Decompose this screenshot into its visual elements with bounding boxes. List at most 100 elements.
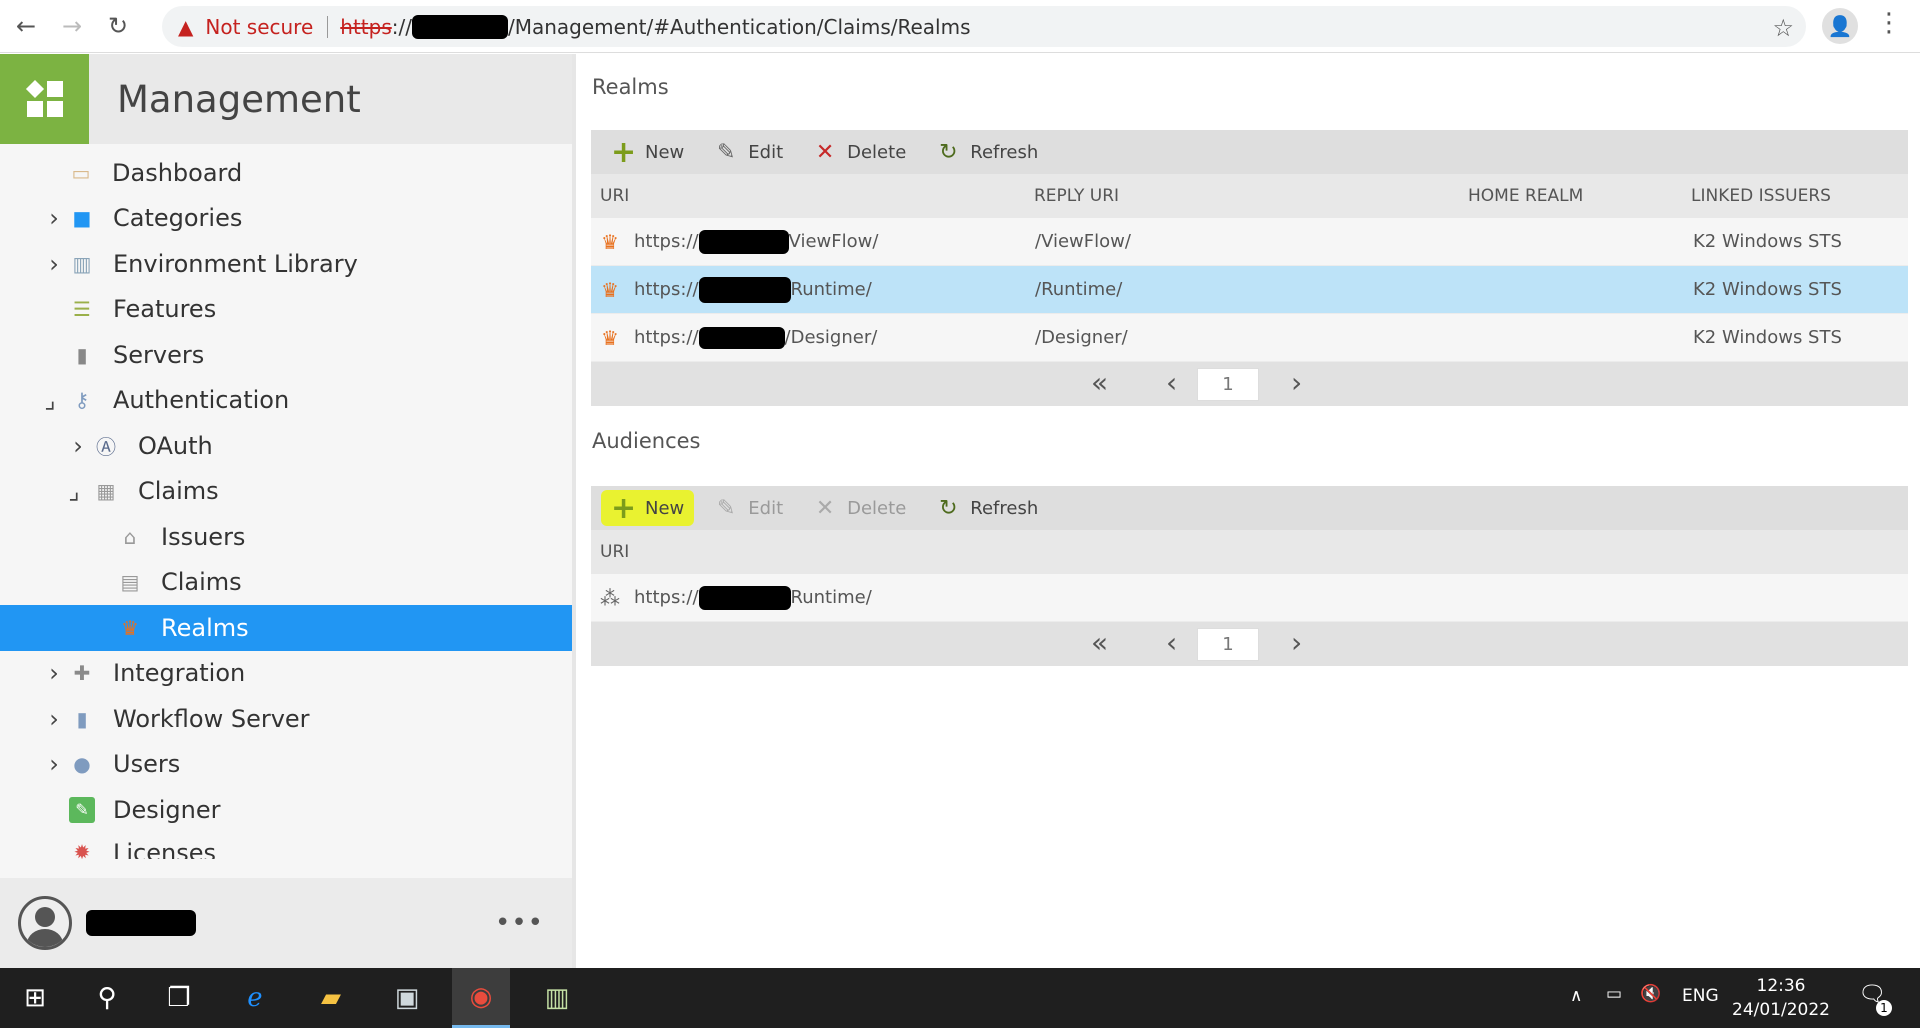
nav-item-claims[interactable]: ▤ Claims xyxy=(0,560,572,606)
forward-button[interactable]: → xyxy=(52,6,92,46)
realms-pager: « ‹ 1 › xyxy=(591,362,1908,406)
nav-item-environment-library[interactable]: › ▥ Environment Library xyxy=(0,241,572,287)
next-page-icon[interactable]: › xyxy=(1291,368,1302,398)
server-icon: ▮ xyxy=(76,342,88,367)
volume-muted-icon[interactable]: 🔇 xyxy=(1640,984,1661,1004)
prev-page-icon[interactable]: ‹ xyxy=(1166,628,1177,658)
cell-reply-uri: /Runtime/ xyxy=(1035,279,1123,300)
management-console-icon[interactable]: ▥ xyxy=(528,968,586,1028)
server-manager-icon[interactable]: ▣ xyxy=(378,968,436,1028)
crown-icon: ♛ xyxy=(601,277,619,302)
warning-icon: ▲ xyxy=(178,14,194,39)
plus-icon: + xyxy=(611,134,637,170)
nav-item-features[interactable]: ☰ Features xyxy=(0,287,572,333)
oauth-icon: Ⓐ xyxy=(96,435,116,460)
first-page-icon[interactable]: « xyxy=(1091,628,1108,658)
column-header-uri[interactable]: URI xyxy=(600,542,629,562)
realms-refresh-button[interactable]: ↻ Refresh xyxy=(926,134,1048,170)
table-row[interactable]: ♛ https:// Runtime/ /Runtime/ K2 Windows … xyxy=(591,266,1908,314)
profile-icon[interactable]: 👤 xyxy=(1822,8,1858,44)
column-header-reply-uri[interactable]: REPLY URI xyxy=(1034,186,1119,206)
nav-item-servers[interactable]: ▮ Servers xyxy=(0,332,572,378)
nav-item-users[interactable]: › ● Users xyxy=(0,742,572,788)
chevron-right-icon[interactable]: › xyxy=(44,705,64,733)
nav-item-label: Licenses xyxy=(113,838,216,859)
network-icon[interactable]: ▭ xyxy=(1606,984,1622,1004)
nav-item-label: Environment Library xyxy=(113,249,358,278)
column-header-linked-issuers[interactable]: LINKED ISSUERS xyxy=(1691,186,1831,206)
chevron-right-icon[interactable]: › xyxy=(44,250,64,278)
nav-item-label: Categories xyxy=(113,204,243,233)
sidebar-header: Management xyxy=(0,54,572,144)
audiences-edit-button[interactable]: ✎ Edit xyxy=(704,490,793,526)
chevron-right-icon[interactable]: › xyxy=(44,750,64,778)
nav-item-issuers[interactable]: ⌂ Issuers xyxy=(0,514,572,560)
table-row[interactable]: ♛ https:// ViewFlow/ /ViewFlow/ K2 Window… xyxy=(591,218,1908,266)
chevron-right-icon[interactable]: › xyxy=(68,432,88,460)
realms-new-button[interactable]: + New xyxy=(601,134,694,170)
realms-delete-button[interactable]: ✕ Delete xyxy=(803,134,916,170)
back-button[interactable]: ← xyxy=(6,6,46,46)
nav-item-workflow-server[interactable]: › ▮ Workflow Server xyxy=(0,696,572,742)
realms-edit-button[interactable]: ✎ Edit xyxy=(704,134,793,170)
chevron-right-icon[interactable]: › xyxy=(44,204,64,232)
expanded-icon[interactable]: ⌟ xyxy=(64,477,84,505)
clock[interactable]: 12:36 24/01/2022 xyxy=(1732,974,1830,1022)
nav-item-categories[interactable]: › ■ Categories xyxy=(0,196,572,242)
nav-item-oauth[interactable]: › Ⓐ OAuth xyxy=(0,423,572,469)
redacted-username xyxy=(86,910,196,936)
nav-item-designer[interactable]: ✎ Designer xyxy=(0,787,572,833)
audiences-refresh-button[interactable]: ↻ Refresh xyxy=(926,490,1048,526)
chrome-icon[interactable]: ◉ xyxy=(452,968,510,1028)
address-bar[interactable]: ▲ Not secure https:// /Management/#Authe… xyxy=(162,6,1806,47)
file-explorer-icon[interactable]: ▰ xyxy=(302,968,360,1028)
next-page-icon[interactable]: › xyxy=(1291,628,1302,658)
nav-item-label: Users xyxy=(113,750,181,779)
task-view-icon[interactable]: ❐ xyxy=(150,968,208,1028)
audiences-new-button[interactable]: + New xyxy=(601,490,695,526)
table-row[interactable]: ♛ https:// /Designer/ /Designer/ K2 Windo… xyxy=(591,314,1908,362)
prev-page-icon[interactable]: ‹ xyxy=(1166,368,1177,398)
show-hidden-icons-icon[interactable]: ∧ xyxy=(1570,986,1582,1006)
language-indicator[interactable]: ENG xyxy=(1682,986,1719,1006)
license-seal-icon: ✹ xyxy=(73,839,91,859)
redacted-host xyxy=(698,276,791,303)
realms-toolbar: + New ✎ Edit ✕ Delete ↻ Refresh xyxy=(591,130,1908,174)
expanded-icon[interactable]: ⌟ xyxy=(40,386,60,414)
audiences-toolbar: + New ✎ Edit ✕ Delete ↻ Refresh xyxy=(591,486,1908,530)
chevron-right-icon[interactable]: › xyxy=(44,659,64,687)
nav-item-label: Designer xyxy=(113,795,221,824)
url-scheme: https xyxy=(340,14,392,39)
taskbar: ⊞ ⚲ ❐ ℯ ▰ ▣ ◉ ▥ ∧ ▭ 🔇 ENG 12:36 24/01/20… xyxy=(0,968,1920,1028)
redacted-host xyxy=(698,585,791,610)
nav-item-claims-group[interactable]: ⌟ ▦ Claims xyxy=(0,469,572,515)
browser-menu-icon[interactable]: ⋮ xyxy=(1876,8,1902,38)
page-number-input[interactable]: 1 xyxy=(1197,628,1259,661)
browser-toolbar: ← → ↻ ▲ Not secure https:// /Management/… xyxy=(0,0,1920,53)
nav-item-licenses[interactable]: ✹ Licenses xyxy=(0,833,572,859)
column-header-home-realm[interactable]: HOME REALM xyxy=(1468,186,1583,206)
nav-item-realms[interactable]: ♛ Realms xyxy=(0,605,572,651)
internet-explorer-icon[interactable]: ℯ xyxy=(226,968,284,1028)
avatar[interactable] xyxy=(18,896,72,950)
nav-item-dashboard[interactable]: ▭ Dashboard xyxy=(0,150,572,196)
reload-button[interactable]: ↻ xyxy=(98,6,138,46)
app-logo[interactable] xyxy=(0,54,89,144)
uri-prefix: https:// xyxy=(634,326,699,348)
search-icon[interactable]: ⚲ xyxy=(78,968,136,1028)
bookmark-star-icon[interactable]: ☆ xyxy=(1772,14,1794,42)
cell-uri: https:// /Designer/ xyxy=(634,326,877,349)
page-number-input[interactable]: 1 xyxy=(1197,368,1259,401)
first-page-icon[interactable]: « xyxy=(1091,368,1108,398)
url-path: /Management/#Authentication/Claims/Realm… xyxy=(507,14,971,39)
windows-start-icon[interactable]: ⊞ xyxy=(6,968,64,1028)
realms-grid-header: URI REPLY URI HOME REALM LINKED ISSUERS xyxy=(591,174,1908,218)
column-header-uri[interactable]: URI xyxy=(600,186,629,206)
audiences-delete-button[interactable]: ✕ Delete xyxy=(803,490,916,526)
more-options-icon[interactable]: ••• xyxy=(495,908,544,938)
button-label: Refresh xyxy=(970,497,1039,519)
nav-item-authentication[interactable]: ⌟ ⚷ Authentication xyxy=(0,378,572,424)
refresh-icon: ↻ xyxy=(939,139,958,165)
nav-item-integration[interactable]: › ✚ Integration xyxy=(0,651,572,697)
table-row[interactable]: ⁂ https:// Runtime/ xyxy=(591,574,1908,622)
